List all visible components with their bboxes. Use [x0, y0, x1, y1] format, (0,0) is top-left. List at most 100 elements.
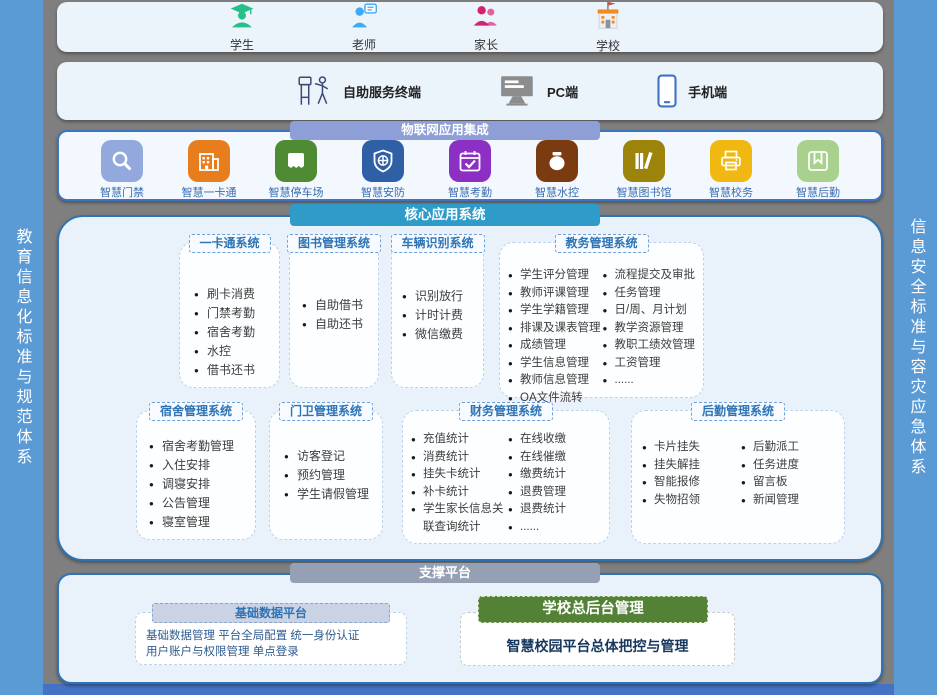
list-item: 在线催缴 [508, 449, 605, 467]
list-item: ...... [508, 519, 605, 537]
iot-item-water-control: 智慧水控 [518, 140, 596, 199]
user-item-parents: 家长 [453, 2, 519, 53]
onecard-icon [188, 140, 230, 182]
list-item: 失物招领 [642, 492, 741, 510]
list-item: 教师评课管理 [508, 285, 603, 303]
system-box-title: 车辆识别系统 [390, 234, 484, 253]
terminal-item-mobile: 手机端 [656, 74, 727, 108]
terminal-item-kiosk: 自助服务终端 [295, 74, 421, 108]
list-item: 消费统计 [411, 449, 508, 467]
admin-box-text: 智慧校园平台总体把控与管理 [507, 636, 689, 656]
list-item: 预约管理 [284, 466, 382, 485]
security-shield-icon [362, 140, 404, 182]
logistics-banner-icon [797, 140, 839, 182]
support-header-bar: 支撑平台 [290, 563, 600, 583]
base-platform-line: 用户账户与权限管理 单点登录 [146, 644, 398, 660]
list-item: 教学资源管理 [603, 320, 698, 338]
user-label: 家长 [453, 36, 519, 53]
school-icon [593, 1, 623, 31]
user-item-student: 学生 [209, 2, 275, 53]
iot-item-security: 智慧安防 [344, 140, 422, 199]
list-item: 退费管理 [508, 484, 605, 502]
system-box-title: 后勤管理系统 [691, 402, 785, 421]
list-item: 任务进度 [741, 457, 840, 475]
list-item: 学生家长信息关联查询统计 [411, 501, 508, 536]
terminal-label: 自助服务终端 [343, 82, 421, 101]
list-item: 识别放行 [402, 287, 483, 306]
list-item: 任务管理 [603, 285, 698, 303]
list-item: 计时计费 [402, 306, 483, 325]
user-label: 学生 [209, 36, 275, 53]
list-item: 学生信息管理 [508, 355, 603, 373]
list-item: 挂失解挂 [642, 457, 741, 475]
library-books-icon [623, 140, 665, 182]
base-platform-line: 基础数据管理 平台全局配置 统一身份认证 [146, 628, 398, 644]
user-label: 老师 [331, 36, 397, 53]
list-item: 挂失卡统计 [411, 466, 508, 484]
list-item: 自助借书 [302, 296, 378, 315]
core-header-bar: 核心应用系统 [290, 204, 600, 226]
terminal-label: PC端 [547, 82, 578, 101]
kiosk-icon [295, 74, 333, 108]
system-box-educational-affairs: 教务管理系统 学生评分管理教师评课管理学生学籍管理排课及课表管理成绩管理学生信息… [499, 242, 704, 398]
iot-item-label: 智慧安防 [344, 184, 422, 200]
list-item: 入住安排 [149, 456, 255, 475]
base-data-platform-title: 基础数据平台 [152, 603, 390, 623]
terminals-panel: 自助服务终端 PC端 手机端 [57, 62, 883, 120]
iot-item-label: 智慧后勤 [779, 184, 857, 200]
iot-item-label: 智慧图书馆 [605, 184, 683, 200]
parking-icon [275, 140, 317, 182]
list-item: 教师信息管理 [508, 372, 603, 390]
left-standard-strip: 教育信息化标准与规范体系 [0, 0, 43, 695]
users-panel: 学生 老师 家长 [57, 2, 883, 52]
list-item: 宿舍考勤管理 [149, 437, 255, 456]
list-item: 宿舍考勤 [194, 323, 279, 342]
right-standard-strip: 信息安全标准与容灾应急体系 [894, 0, 937, 695]
system-box-title: 宿舍管理系统 [149, 402, 243, 421]
list-item: 流程提交及审批 [603, 267, 698, 285]
user-item-school: 学校 [575, 1, 641, 54]
iot-item-attendance: 智慧考勤 [431, 140, 509, 199]
iot-item-label: 智慧考勤 [431, 184, 509, 200]
list-item: 自助还书 [302, 315, 378, 334]
system-box-title: 财务管理系统 [459, 402, 553, 421]
list-item: 学生请假管理 [284, 485, 382, 504]
iot-item-logistics: 智慧后勤 [779, 140, 857, 199]
list-item: 排课及课表管理 [508, 320, 603, 338]
iot-item-door-access: 智慧门禁 [83, 140, 161, 199]
iot-item-library: 智慧图书馆 [605, 140, 683, 199]
list-item: 工资管理 [603, 355, 698, 373]
iot-item-label: 智慧校务 [692, 184, 770, 200]
smart-campus-architecture-diagram: 教育信息化标准与规范体系 信息安全标准与容灾应急体系 学生 老师 [0, 0, 937, 695]
left-strip-label: 教育信息化标准与规范体系 [10, 228, 34, 468]
door-access-icon [101, 140, 143, 182]
iot-item-label: 智慧一卡通 [170, 184, 248, 200]
student-icon [228, 2, 256, 30]
parents-icon [471, 2, 501, 30]
list-item: 日/周、月计划 [603, 302, 698, 320]
list-item: 新闻管理 [741, 492, 840, 510]
iot-header-bar: 物联网应用集成 [290, 121, 600, 140]
pc-icon [499, 75, 537, 107]
system-box-title: 图书管理系统 [287, 234, 381, 253]
iot-item-onecard: 智慧一卡通 [170, 140, 248, 199]
school-backend-admin-title: 学校总后台管理 [478, 596, 708, 623]
list-item: 刷卡消费 [194, 285, 279, 304]
iot-item-school-affairs: 智慧校务 [692, 140, 770, 199]
system-box-logistics: 后勤管理系统 卡片挂失挂失解挂智能报修失物招领 后勤派工任务进度留言板新闻管理 [631, 410, 845, 544]
list-item: 后勤派工 [741, 439, 840, 457]
list-item: 成绩管理 [508, 337, 603, 355]
list-item: 公告管理 [149, 494, 255, 513]
iot-item-parking: 智慧停车场 [257, 140, 335, 199]
system-box-finance: 财务管理系统 充值统计消费统计挂失卡统计补卡统计学生家长信息关联查询统计 在线收… [402, 410, 610, 544]
system-box-title: 教务管理系统 [554, 234, 648, 253]
iot-item-label: 智慧水控 [518, 184, 596, 200]
list-item: 借书还书 [194, 361, 279, 380]
list-item: 水控 [194, 342, 279, 361]
system-box-dormitory: 宿舍管理系统 宿舍考勤管理入住安排调寝安排公告管理寝室管理 [136, 410, 256, 540]
terminal-item-pc: PC端 [499, 75, 578, 107]
list-item: 缴费统计 [508, 466, 605, 484]
list-item: 微信缴费 [402, 325, 483, 344]
bottom-accent-bar [43, 684, 894, 695]
list-item: 充值统计 [411, 431, 508, 449]
